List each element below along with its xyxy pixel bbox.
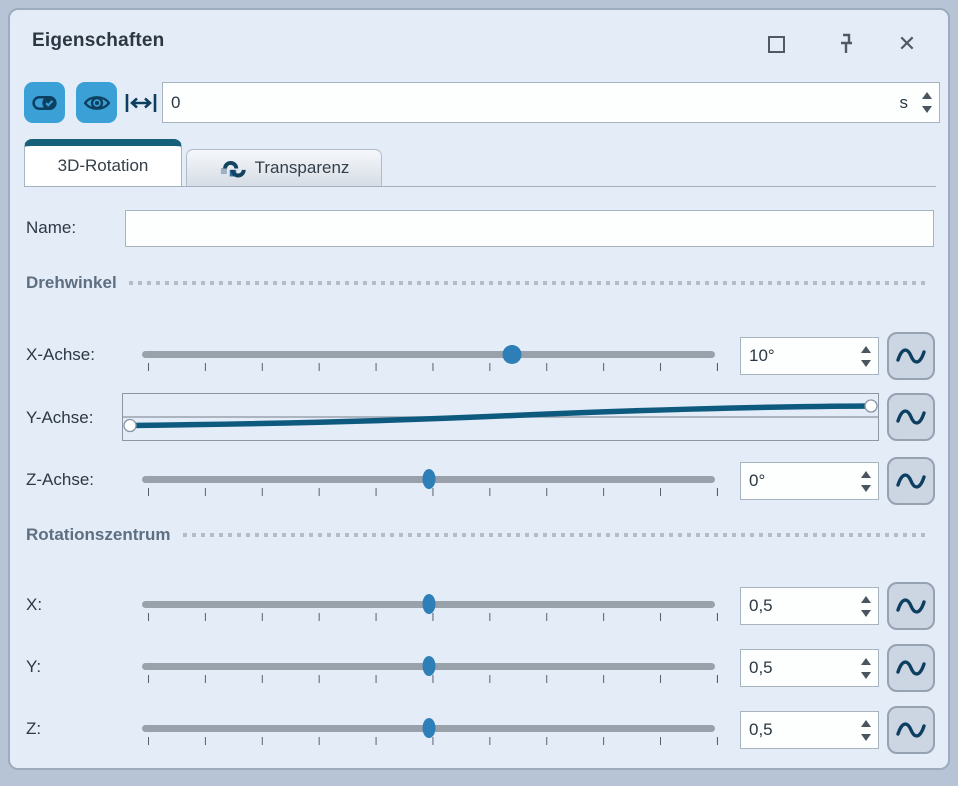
close-panel-button[interactable]: ✕ xyxy=(893,30,921,58)
center-z-label: Z: xyxy=(26,719,41,739)
tab-transparenz-label: Transparenz xyxy=(255,158,350,178)
y-achse-curve-button[interactable] xyxy=(887,393,935,441)
z-achse-spin-up-button[interactable] xyxy=(861,471,871,478)
section-divider xyxy=(183,533,931,537)
center-x-value-field xyxy=(740,587,879,625)
z-achse-slider-ticks xyxy=(148,488,718,496)
center-x-value-input[interactable] xyxy=(741,588,861,624)
center-y-spin-down-button[interactable] xyxy=(861,672,871,679)
properties-panel: Eigenschaften ✕ s xyxy=(8,8,950,770)
pin-panel-button[interactable] xyxy=(832,30,860,58)
horizontal-stretch-icon xyxy=(122,89,160,117)
section-rotationszentrum-title: Rotationszentrum xyxy=(26,525,171,545)
center-x-slider-thumb[interactable] xyxy=(422,594,435,614)
tab-3d-rotation[interactable]: 3D-Rotation xyxy=(24,139,182,186)
center-x-slider-ticks xyxy=(148,613,718,621)
z-achse-value-input[interactable] xyxy=(741,463,861,499)
section-divider xyxy=(129,281,930,285)
x-achse-value-field xyxy=(740,337,879,375)
center-x-curve-button[interactable] xyxy=(887,582,935,630)
wave-icon xyxy=(219,156,247,181)
sine-curve-icon xyxy=(894,343,928,369)
center-z-value-input[interactable] xyxy=(741,712,861,748)
y-achse-curve-editor[interactable] xyxy=(122,393,879,441)
z-achse-slider[interactable] xyxy=(142,476,715,483)
center-x-spin-down-button[interactable] xyxy=(861,610,871,617)
panel-title: Eigenschaften xyxy=(32,30,164,52)
sine-curve-icon xyxy=(894,468,928,494)
x-achse-spin-up-button[interactable] xyxy=(861,346,871,353)
keyframe-animation-toggle-button[interactable] xyxy=(24,82,65,123)
z-achse-curve-button[interactable] xyxy=(887,457,935,505)
name-label: Name: xyxy=(26,218,76,238)
sine-curve-icon xyxy=(894,717,928,743)
z-achse-label: Z-Achse: xyxy=(26,470,94,490)
time-field: s xyxy=(162,82,940,123)
z-achse-slider-thumb[interactable] xyxy=(422,469,435,489)
center-z-slider-thumb[interactable] xyxy=(422,718,435,738)
z-achse-spin-down-button[interactable] xyxy=(861,485,871,492)
float-window-button[interactable] xyxy=(762,30,790,58)
time-spin-down-button[interactable] xyxy=(922,106,932,113)
center-y-spin-up-button[interactable] xyxy=(861,658,871,665)
x-achse-slider-thumb[interactable] xyxy=(503,345,522,364)
sine-curve-icon xyxy=(894,404,928,430)
center-y-slider-ticks xyxy=(148,675,718,683)
sine-curve-icon xyxy=(894,593,928,619)
center-x-slider[interactable] xyxy=(142,601,715,608)
center-x-spin-up-button[interactable] xyxy=(861,596,871,603)
tab-3d-rotation-label: 3D-Rotation xyxy=(58,156,149,176)
center-z-spin-up-button[interactable] xyxy=(861,720,871,727)
sine-curve-icon xyxy=(894,655,928,681)
section-drehwinkel: Drehwinkel xyxy=(26,273,930,293)
center-y-value-field xyxy=(740,649,879,687)
x-achse-value-input[interactable] xyxy=(741,338,861,374)
name-input[interactable] xyxy=(126,211,933,246)
time-input[interactable] xyxy=(163,83,900,122)
toggle-check-icon xyxy=(31,89,58,116)
name-field xyxy=(125,210,934,247)
x-achse-slider-ticks xyxy=(148,363,718,371)
x-achse-curve-button[interactable] xyxy=(887,332,935,380)
center-z-curve-button[interactable] xyxy=(887,706,935,754)
center-y-slider-thumb[interactable] xyxy=(422,656,435,676)
center-z-value-field xyxy=(740,711,879,749)
pin-icon xyxy=(835,32,857,56)
x-achse-label: X-Achse: xyxy=(26,345,95,365)
center-y-label: Y: xyxy=(26,657,41,677)
center-x-label: X: xyxy=(26,595,42,615)
close-icon: ✕ xyxy=(898,33,916,55)
y-achse-label: Y-Achse: xyxy=(26,408,93,428)
time-unit-label: s xyxy=(900,93,909,113)
visibility-toggle-button[interactable] xyxy=(76,82,117,123)
z-achse-value-field xyxy=(740,462,879,500)
curve-start-handle[interactable] xyxy=(124,420,136,432)
float-window-icon xyxy=(768,36,785,53)
section-rotationszentrum: Rotationszentrum xyxy=(26,525,930,545)
tab-bar-divider xyxy=(24,186,936,187)
time-spin-up-button[interactable] xyxy=(922,92,932,99)
section-drehwinkel-title: Drehwinkel xyxy=(26,273,117,293)
eye-icon xyxy=(83,89,111,117)
x-achse-slider[interactable] xyxy=(142,351,715,358)
tab-transparenz[interactable]: Transparenz xyxy=(186,149,382,186)
center-y-slider[interactable] xyxy=(142,663,715,670)
x-achse-spin-down-button[interactable] xyxy=(861,360,871,367)
center-z-slider[interactable] xyxy=(142,725,715,732)
y-achse-keyframe-curve xyxy=(123,394,878,440)
center-z-spin-down-button[interactable] xyxy=(861,734,871,741)
center-y-value-input[interactable] xyxy=(741,650,861,686)
curve-end-handle[interactable] xyxy=(865,400,877,412)
center-y-curve-button[interactable] xyxy=(887,644,935,692)
center-z-slider-ticks xyxy=(148,737,718,745)
stretch-duration-button[interactable] xyxy=(122,88,160,118)
